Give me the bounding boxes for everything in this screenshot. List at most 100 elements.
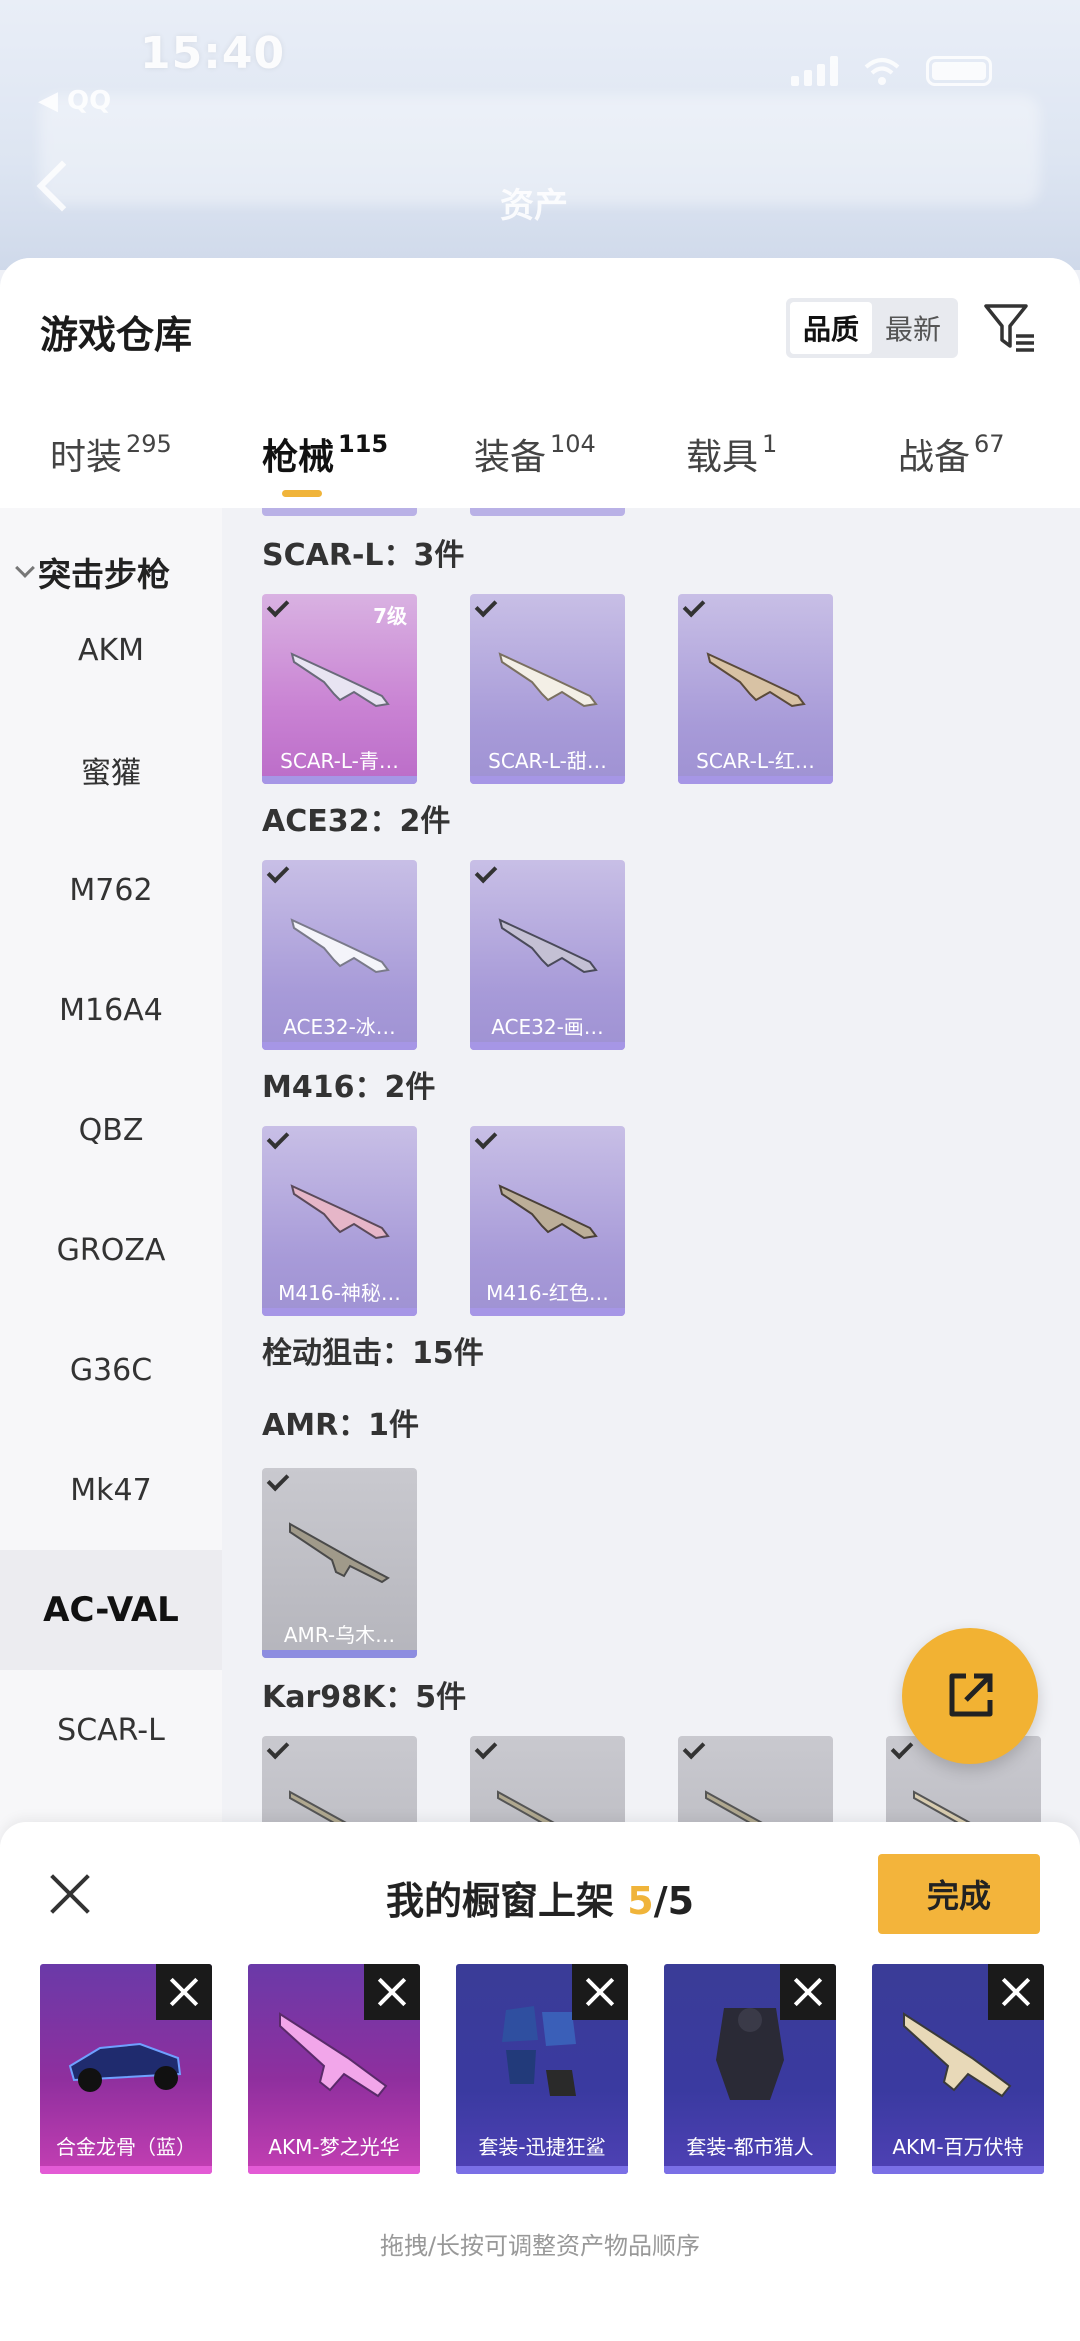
rifle-icon <box>290 1184 390 1240</box>
battery-icon <box>926 56 992 86</box>
showcase-item[interactable]: AKM-百万伏特 <box>872 1964 1044 2174</box>
check-icon <box>266 1468 290 1492</box>
sidebar-item[interactable]: GROZA <box>0 1190 222 1310</box>
showcase-item[interactable]: AKM-梦之光华 <box>248 1964 420 2174</box>
weapon-card[interactable]: 7级 SCAR-L-青… <box>262 594 417 784</box>
rarity-bar <box>664 2166 836 2174</box>
sort-toggle: 品质 最新 <box>786 298 958 358</box>
showcase-panel: 我的橱窗上架 5/5 完成 合金龙骨（蓝） AKM-梦之光华 套装-迅捷狂鲨 套… <box>0 1822 1080 2341</box>
sidebar-group-assault-rifles[interactable]: 突击步枪 <box>15 548 170 596</box>
chevron-down-icon <box>15 558 35 578</box>
tab-gear[interactable]: 战备 67 <box>898 428 1005 480</box>
rarity-bar <box>872 2166 1044 2174</box>
showcase-item-label: AKM-百万伏特 <box>892 2135 1024 2159</box>
rifle-icon <box>498 652 598 708</box>
weapon-card-label: ACE32-画… <box>491 1015 604 1039</box>
done-button[interactable]: 完成 <box>878 1854 1040 1934</box>
tab-vehicles[interactable]: 载具 1 <box>686 428 777 480</box>
weapon-card-label: AMR-乌木… <box>283 1623 396 1647</box>
remove-item-button[interactable] <box>780 1964 836 2020</box>
rifle-icon <box>290 918 390 974</box>
sidebar-item[interactable]: Mk47 <box>0 1430 222 1550</box>
weapon-card[interactable]: SCAR-L-红… <box>678 594 833 784</box>
rarity-bar <box>470 776 625 784</box>
card-edge <box>262 508 417 516</box>
share-button[interactable] <box>902 1628 1038 1764</box>
rarity-bar <box>678 776 833 784</box>
rarity-bar <box>248 2166 420 2174</box>
weapon-card[interactable]: AMR-乌木… <box>262 1468 417 1658</box>
background-page-title: 资产 <box>500 186 568 226</box>
check-icon <box>890 1736 914 1760</box>
weapon-card-label: SCAR-L-青… <box>280 749 399 773</box>
check-icon <box>266 594 290 618</box>
remove-item-button[interactable] <box>988 1964 1044 2020</box>
page-title: 游戏仓库 <box>40 313 193 357</box>
sort-by-newest[interactable]: 最新 <box>872 302 954 354</box>
sidebar-item[interactable]: G36C <box>0 1310 222 1430</box>
signal-icon <box>791 56 838 86</box>
showcase-item-label: 合金龙骨（蓝） <box>56 2135 196 2159</box>
rifle-icon <box>498 918 598 974</box>
showcase-item-label: AKM-梦之光华 <box>268 2135 400 2159</box>
tab-guns[interactable]: 枪械 115 <box>262 428 388 480</box>
sidebar-item[interactable]: QBZ <box>0 1070 222 1190</box>
section-title: M416：2件 <box>262 1070 436 1105</box>
weapon-card-label: M416-神秘… <box>278 1281 401 1305</box>
back-to-qq-link[interactable]: ◀ QQ <box>38 86 111 116</box>
weapon-card-label: SCAR-L-红… <box>696 749 815 773</box>
card-edge <box>470 508 625 516</box>
rarity-bar <box>262 1308 417 1316</box>
remove-item-button[interactable] <box>364 1964 420 2020</box>
sidebar-item-active[interactable]: AC-VAL <box>0 1550 222 1670</box>
share-icon <box>949 1673 993 1717</box>
remove-item-button[interactable] <box>572 1964 628 2020</box>
weapon-card[interactable]: ACE32-冰… <box>262 860 417 1050</box>
weapon-card[interactable]: M416-神秘… <box>262 1126 417 1316</box>
sidebar-item[interactable]: 蜜獾 <box>0 710 222 830</box>
showcase-item[interactable]: 套装-都市猎人 <box>664 1964 836 2174</box>
status-icons <box>791 56 992 86</box>
weapon-card-label: ACE32-冰… <box>283 1015 396 1039</box>
wifi-icon <box>864 58 900 85</box>
remove-item-button[interactable] <box>156 1964 212 2020</box>
sidebar-item[interactable]: M762 <box>0 830 222 950</box>
reorder-hint: 拖拽/长按可调整资产物品顺序 <box>379 2232 701 2260</box>
weapon-card[interactable]: ACE32-画… <box>470 860 625 1050</box>
check-icon <box>474 594 498 618</box>
weapon-card[interactable]: SCAR-L-甜… <box>470 594 625 784</box>
category-tabs: 时装 295 枪械 115 装备 104 载具 1 战备 67 <box>0 428 1080 508</box>
sidebar-item[interactable]: M16A4 <box>0 950 222 1070</box>
showcase-item[interactable]: 合金龙骨（蓝） <box>40 1964 212 2174</box>
warehouse-header: 游戏仓库 品质 最新 时装 295 枪械 115 装备 104 载具 1 战备 67 <box>0 258 1080 508</box>
showcase-count: 5 <box>627 1879 654 1923</box>
section-title: ACE32：2件 <box>262 804 451 839</box>
filter-icon[interactable] <box>982 300 1038 356</box>
showcase-total: /5 <box>653 1879 695 1923</box>
weapon-card-label: SCAR-L-甜… <box>488 749 607 773</box>
rarity-bar <box>470 1308 625 1316</box>
section-title: Kar98K：5件 <box>262 1680 467 1715</box>
tab-fashion[interactable]: 时装 295 <box>50 428 172 480</box>
level-badge: 7级 <box>373 604 407 628</box>
sidebar-item[interactable]: SCAR-L <box>0 1670 222 1790</box>
sidebar-item[interactable]: AKM <box>0 590 222 710</box>
rarity-bar <box>40 2166 212 2174</box>
tab-equipment[interactable]: 装备 104 <box>474 428 596 480</box>
rarity-bar <box>262 776 417 784</box>
check-icon <box>474 1736 498 1760</box>
showcase-item[interactable]: 套装-迅捷狂鲨 <box>456 1964 628 2174</box>
rifle-icon <box>290 652 390 708</box>
sort-by-quality[interactable]: 品质 <box>790 302 872 354</box>
rarity-bar <box>456 2166 628 2174</box>
check-icon <box>266 1736 290 1760</box>
section-title: SCAR-L：3件 <box>262 538 465 573</box>
check-icon <box>474 860 498 884</box>
showcase-item-label: 套装-都市猎人 <box>686 2135 814 2159</box>
check-icon <box>266 1126 290 1150</box>
sniper-rifle-icon <box>289 1522 390 1584</box>
status-time: 15:40 <box>140 28 286 79</box>
weapon-card[interactable]: M416-红色… <box>470 1126 625 1316</box>
showcase-item-label: 套装-迅捷狂鲨 <box>478 2135 606 2159</box>
background-app-header: 15:40 ◀ QQ 资产 <box>0 0 1080 270</box>
